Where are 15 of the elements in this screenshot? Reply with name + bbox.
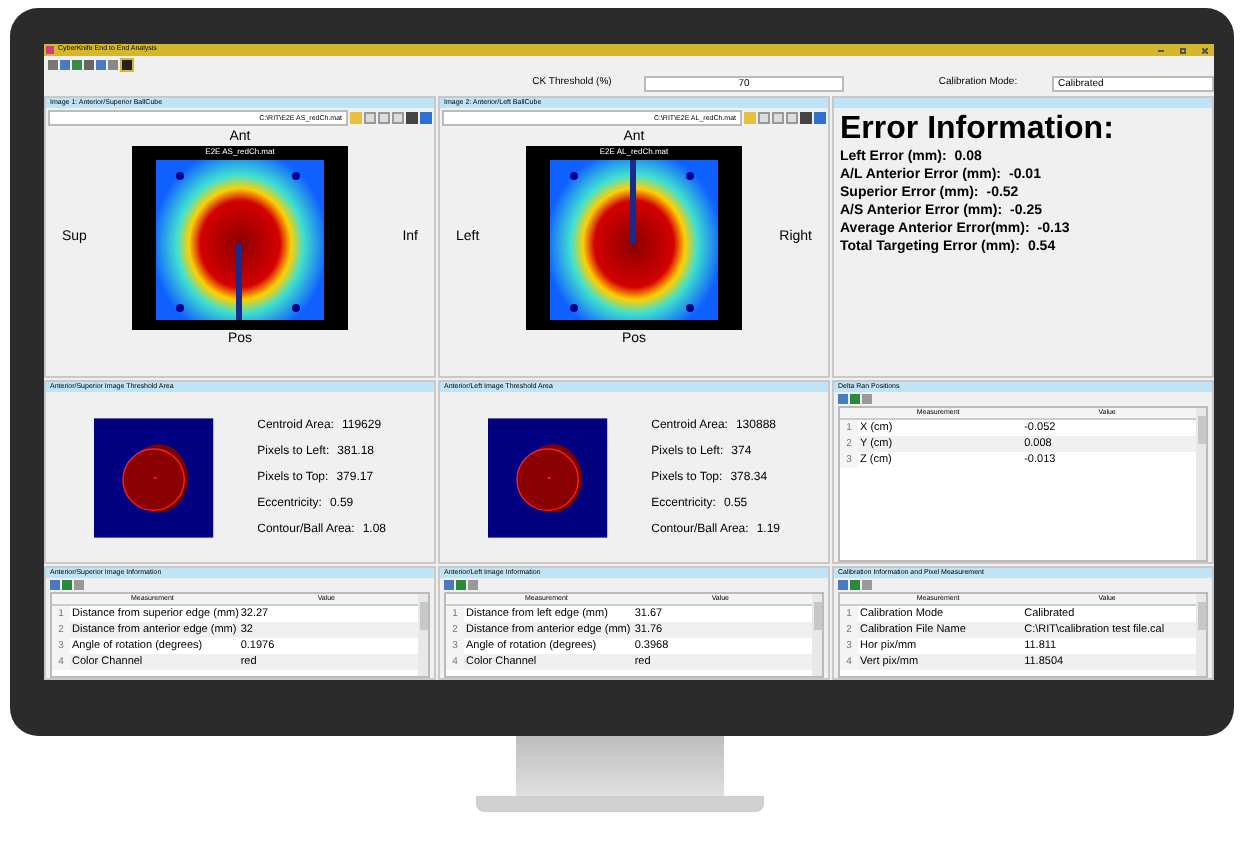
scrollbar[interactable]	[1196, 594, 1206, 676]
table-toolbar-icons-drawing[interactable]	[834, 578, 876, 592]
table-toolbar-icons-drawing[interactable]	[834, 392, 876, 406]
maximize-icon[interactable]	[1180, 47, 1186, 53]
scrollbar[interactable]	[418, 594, 428, 676]
app-icon	[46, 46, 54, 54]
close-icon[interactable]	[1202, 47, 1208, 53]
toolbar-icons-drawing[interactable]	[744, 112, 826, 124]
toolbar-icons-drawing[interactable]	[350, 112, 432, 124]
toolbar-icons-drawing[interactable]	[44, 56, 138, 72]
table-toolbar-icons-drawing[interactable]	[46, 578, 88, 592]
error-info-title: Error Information:	[840, 112, 1116, 148]
scrollbar[interactable]	[1196, 408, 1206, 560]
scrollbar[interactable]	[812, 594, 822, 676]
table-toolbar-icons-drawing[interactable]	[440, 578, 482, 592]
